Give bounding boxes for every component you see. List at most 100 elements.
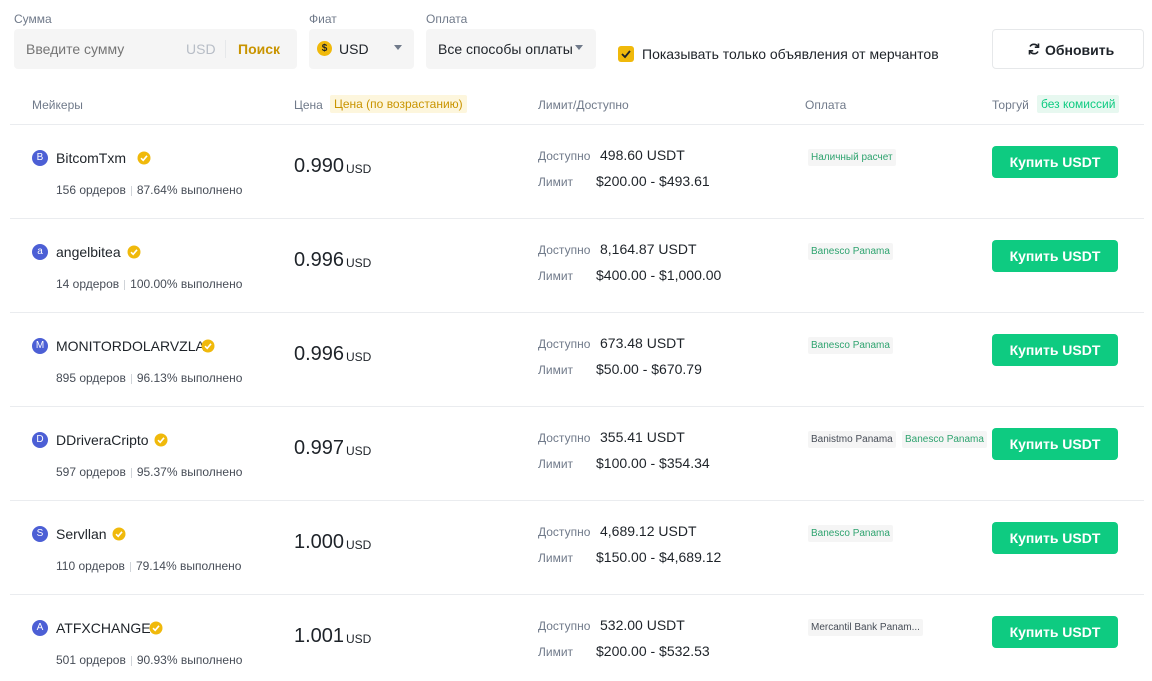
payment-method-tag: Banesco Panama: [808, 243, 893, 260]
table-header: Мейкеры Цена Цена (по возрастанию) Лимит…: [0, 90, 1152, 124]
maker-stats: 501 ордеров 90.93% выполнено: [56, 653, 242, 667]
completion-rate: 90.93% выполнено: [136, 653, 243, 667]
payment-method-tag: Banistmo Panama: [808, 431, 896, 448]
amount-label: Сумма: [14, 12, 52, 26]
caret-down-icon: [575, 45, 583, 50]
buy-usdt-button[interactable]: Купить USDT: [992, 334, 1118, 366]
maker-name[interactable]: angelbitea: [56, 244, 121, 260]
buy-usdt-button[interactable]: Купить USDT: [992, 428, 1118, 460]
verified-badge-icon: [112, 527, 126, 541]
stats-divider: [130, 655, 132, 666]
offer-row: D DDriveraCripto 597 ордеров 95.37% выпол…: [0, 407, 1152, 501]
header-trade: Торгуй: [992, 98, 1029, 112]
fiat-select[interactable]: $ USD: [309, 29, 414, 69]
maker-stats: 597 ордеров 95.37% выполнено: [56, 465, 242, 479]
merchant-only-label[interactable]: Показывать только объявления от мерчанто…: [642, 46, 939, 62]
filter-bar: Сумма USD Поиск Фиат $ USD Оплата Все сп…: [0, 0, 1152, 80]
completion-rate: 87.64% выполнено: [136, 183, 243, 197]
amount-input[interactable]: [26, 41, 176, 57]
maker-name[interactable]: BitcomTxm: [56, 150, 126, 166]
buy-usdt-button[interactable]: Купить USDT: [992, 240, 1118, 272]
available-amount: 355.41 USDT: [600, 429, 685, 445]
available-label: Доступно: [538, 149, 591, 163]
maker-name[interactable]: Servllan: [56, 526, 107, 542]
buy-usdt-button[interactable]: Купить USDT: [992, 146, 1118, 178]
offer-price: 0.996: [294, 343, 345, 365]
price-unit: USD: [346, 632, 372, 646]
completion-rate: 95.37% выполнено: [136, 465, 243, 479]
maker-stats: 14 ордеров 100.00% выполнено: [56, 277, 242, 291]
limit-range: $200.00 - $493.61: [596, 173, 710, 189]
available-amount: 498.60 USDT: [600, 147, 685, 163]
offer-row: A ATFXCHANGE 501 ордеров 90.93% выполнено…: [0, 595, 1152, 681]
maker-stats: 110 ордеров 79.14% выполнено: [56, 559, 241, 573]
available-amount: 673.48 USDT: [600, 335, 685, 351]
verified-badge-icon: [127, 245, 141, 259]
order-count: 501 ордеров: [56, 653, 126, 667]
order-count: 110 ордеров: [56, 559, 125, 573]
stats-divider: [124, 279, 126, 290]
order-count: 597 ордеров: [56, 465, 126, 479]
amount-field[interactable]: USD Поиск: [14, 29, 297, 69]
buy-usdt-button[interactable]: Купить USDT: [992, 616, 1118, 648]
completion-rate: 79.14% выполнено: [135, 559, 242, 573]
fiat-label: Фиат: [309, 12, 337, 26]
payment-method-tag: Наличный расчет: [808, 149, 896, 166]
order-count: 14 ордеров: [56, 277, 120, 291]
completion-rate: 96.13% выполнено: [136, 371, 243, 385]
buy-usdt-button[interactable]: Купить USDT: [992, 522, 1118, 554]
price-unit: USD: [346, 350, 372, 364]
header-limit: Лимит/Доступно: [538, 98, 629, 112]
fiat-value: USD: [339, 41, 369, 57]
verified-badge-icon: [154, 433, 168, 447]
offer-row: B BitcomTxm 156 ордеров 87.64% выполнено …: [0, 125, 1152, 219]
maker-stats: 156 ордеров 87.64% выполнено: [56, 183, 242, 197]
maker-avatar: D: [32, 432, 48, 448]
maker-name[interactable]: ATFXCHANGE: [56, 620, 151, 636]
header-price: Цена: [294, 98, 323, 112]
offer-row: a angelbitea 14 ордеров 100.00% выполнено…: [0, 219, 1152, 313]
payment-method-tag: Mercantil Bank Panam...: [808, 619, 923, 636]
available-amount: 8,164.87 USDT: [600, 241, 697, 257]
available-label: Доступно: [538, 243, 591, 257]
available-label: Доступно: [538, 337, 591, 351]
refresh-icon: [1028, 43, 1040, 55]
search-button[interactable]: Поиск: [238, 41, 280, 57]
amount-unit: USD: [186, 41, 216, 57]
maker-avatar: M: [32, 338, 48, 354]
completion-rate: 100.00% выполнено: [130, 277, 243, 291]
stats-divider: [130, 467, 132, 478]
limit-range: $50.00 - $670.79: [596, 361, 702, 377]
dollar-coin-icon: $: [317, 41, 332, 56]
maker-avatar: a: [32, 244, 48, 260]
maker-name[interactable]: MONITORDOLARVZLA: [56, 338, 205, 354]
header-makers: Мейкеры: [32, 98, 83, 112]
limit-label: Лимит: [538, 363, 574, 377]
payment-label: Оплата: [426, 12, 468, 26]
maker-stats: 895 ордеров 96.13% выполнено: [56, 371, 242, 385]
limit-label: Лимит: [538, 175, 574, 189]
maker-avatar: A: [32, 620, 48, 636]
available-label: Доступно: [538, 619, 591, 633]
price-unit: USD: [346, 162, 372, 176]
payment-method-tag: Banesco Panama: [808, 525, 893, 542]
limit-label: Лимит: [538, 269, 574, 283]
price-sort-tag[interactable]: Цена (по возрастанию): [330, 95, 467, 113]
maker-name[interactable]: DDriveraCripto: [56, 432, 149, 448]
offer-price: 0.996: [294, 249, 345, 271]
check-icon: [621, 50, 631, 59]
price-unit: USD: [346, 444, 372, 458]
payment-select[interactable]: Все способы оплаты: [426, 29, 596, 69]
verified-badge-icon: [137, 151, 151, 165]
limit-label: Лимит: [538, 551, 574, 565]
refresh-label: Обновить: [1045, 42, 1115, 58]
order-count: 895 ордеров: [56, 371, 126, 385]
merchant-only-checkbox[interactable]: [618, 46, 634, 62]
offer-price: 1.000: [294, 531, 345, 553]
offer-price: 0.997: [294, 437, 345, 459]
refresh-button[interactable]: Обновить: [992, 29, 1144, 69]
stats-divider: [129, 561, 131, 572]
price-unit: USD: [346, 256, 372, 270]
price-unit: USD: [346, 538, 372, 552]
available-amount: 4,689.12 USDT: [600, 523, 697, 539]
